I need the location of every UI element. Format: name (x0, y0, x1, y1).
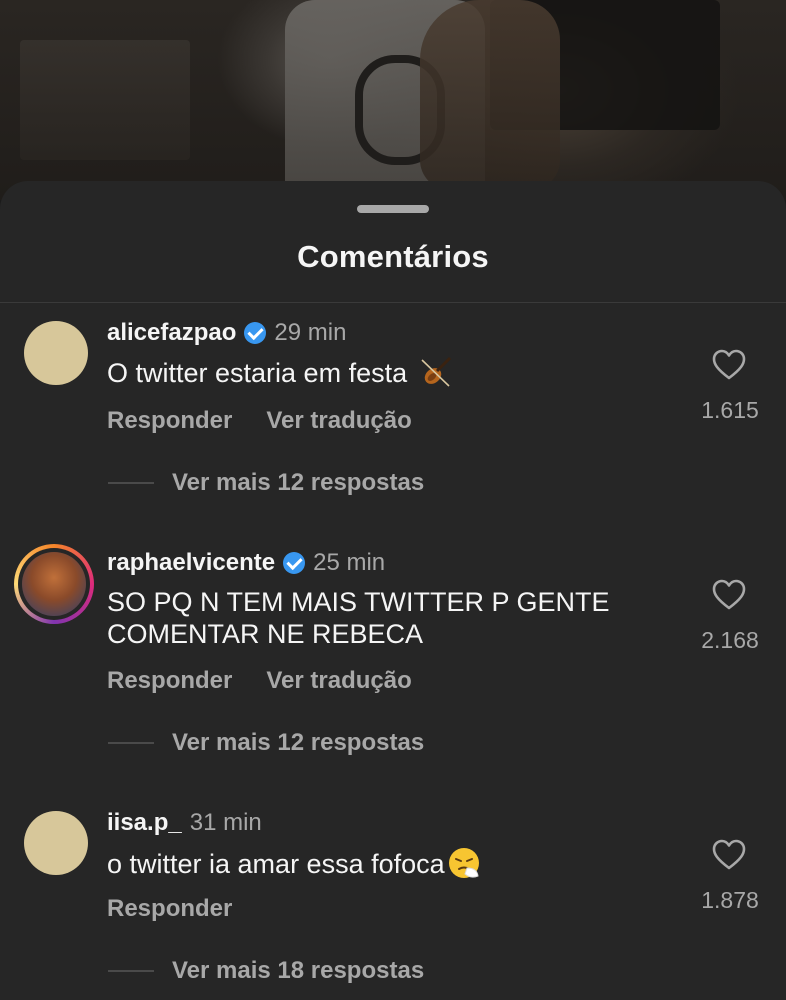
comment-text-line: SO PQ N TEM MAIS TWITTER P GENTE (107, 587, 610, 617)
sheet-title: Comentários (297, 239, 489, 274)
avatar (22, 552, 86, 616)
comment-actions: Responder Ver tradução (107, 667, 412, 695)
like-count: 2.168 (701, 627, 759, 653)
heart-icon[interactable] (712, 839, 746, 871)
avatar-story-ring[interactable] (14, 544, 94, 624)
verified-badge-icon (244, 322, 267, 344)
translate-button[interactable]: Ver tradução (266, 667, 411, 695)
comment-actions: Responder Ver tradução (107, 407, 412, 435)
like-count: 1.615 (701, 397, 759, 423)
heart-icon[interactable] (712, 349, 746, 381)
reply-button[interactable]: Responder (107, 667, 232, 695)
comment-text-content: o twitter ia amar essa fofoca (107, 849, 445, 879)
title-divider (0, 302, 786, 303)
background-video-frame (0, 0, 786, 200)
comment-time: 31 min (189, 809, 262, 836)
replies-line (108, 482, 154, 484)
reply-button[interactable]: Responder (107, 895, 232, 923)
comments-sheet: Comentários alicefazpao 29 min O twitter… (0, 181, 786, 1000)
comment-meta: raphaelvicente 25 min (107, 549, 385, 577)
comment-username[interactable]: raphaelvicente (107, 549, 275, 577)
violin-emoji-icon (421, 356, 451, 387)
background-hair (420, 0, 560, 190)
comment-username[interactable]: iisa.p_ (107, 809, 182, 837)
heart-icon[interactable] (712, 579, 746, 611)
comment-text: O twitter estaria em festa (107, 356, 667, 389)
comment-text-content: O twitter estaria em festa (107, 358, 408, 388)
view-replies-button[interactable]: Ver mais 18 respostas (108, 957, 424, 985)
reply-button[interactable]: Responder (107, 407, 232, 435)
avatar[interactable] (24, 321, 88, 385)
comment-username[interactable]: alicefazpao (107, 319, 236, 347)
verified-badge-icon (283, 552, 306, 574)
translate-button[interactable]: Ver tradução (266, 407, 411, 435)
comment-text-line: COMENTAR NE REBECA (107, 619, 424, 649)
background-shelf (20, 40, 190, 160)
comment-time: 29 min (274, 319, 347, 346)
sneezing-face-emoji-icon (448, 848, 479, 878)
view-replies-label: Ver mais 18 respostas (172, 957, 425, 984)
comment-actions: Responder (107, 895, 232, 923)
comment-meta: alicefazpao 29 min (107, 319, 346, 347)
comment-text: SO PQ N TEM MAIS TWITTER P GENTE COMENTA… (107, 586, 667, 650)
view-replies-button[interactable]: Ver mais 12 respostas (108, 729, 424, 757)
avatar[interactable] (24, 811, 88, 875)
view-replies-button[interactable]: Ver mais 12 respostas (108, 469, 424, 497)
replies-line (108, 742, 154, 744)
comment-text: o twitter ia amar essa fofoca (107, 846, 667, 880)
comment-time: 25 min (313, 549, 386, 576)
view-replies-label: Ver mais 12 respostas (172, 469, 425, 496)
avatar-ring-inner (18, 548, 90, 620)
view-replies-label: Ver mais 12 respostas (172, 729, 425, 756)
replies-line (108, 970, 154, 972)
like-count: 1.878 (701, 887, 759, 913)
comment-meta: iisa.p_ 31 min (107, 809, 262, 837)
sheet-drag-handle[interactable] (357, 205, 429, 213)
